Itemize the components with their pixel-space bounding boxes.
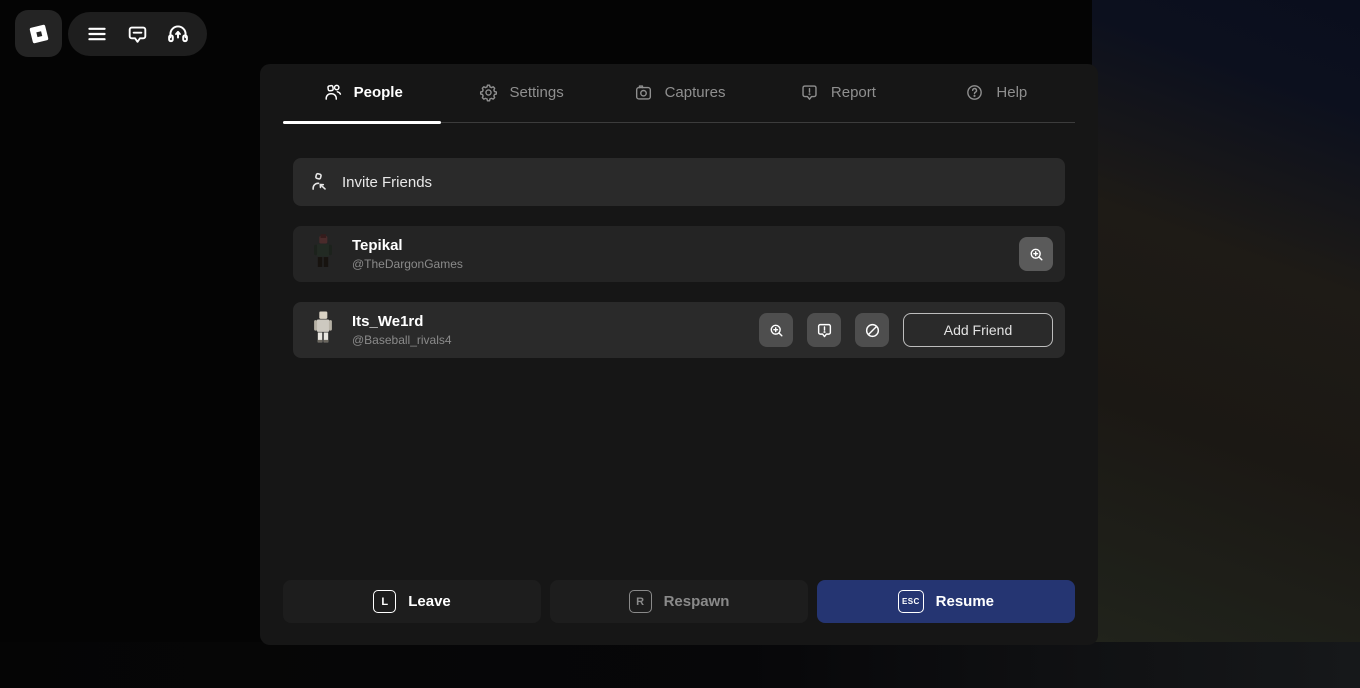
player-handle: @TheDargonGames (352, 257, 463, 271)
inspect-avatar-button[interactable] (1019, 237, 1053, 271)
topbar-quick-menu (68, 12, 207, 56)
tab-report[interactable]: Report (758, 82, 916, 103)
player-handle: @Baseball_rivals4 (352, 333, 452, 347)
camera-icon (633, 82, 654, 103)
roblox-logo-icon (25, 20, 53, 48)
player-actions: Add Friend (759, 313, 1053, 347)
resume-label: Resume (936, 593, 994, 610)
keycap-L: L (373, 590, 396, 613)
menu-tab-bar: People Settings (260, 64, 1098, 121)
respawn-button[interactable]: R Respawn (550, 580, 808, 623)
roblox-logo-button[interactable] (15, 10, 62, 57)
help-icon (964, 82, 985, 103)
tab-settings-label: Settings (510, 84, 564, 101)
block-player-button[interactable] (855, 313, 889, 347)
leave-button[interactable]: L Leave (283, 580, 541, 623)
escape-menu-panel: People Settings (260, 64, 1098, 645)
dimmed-game-background-bottom (0, 642, 1360, 688)
chat-button[interactable] (120, 16, 156, 52)
keycap-esc: ESC (898, 590, 924, 613)
resume-button[interactable]: ESC Resume (817, 580, 1075, 623)
player-meta: Tepikal @TheDargonGames (352, 237, 463, 271)
player-name: Its_We1rd (352, 313, 452, 330)
tab-help[interactable]: Help (917, 82, 1075, 103)
block-icon (863, 321, 882, 340)
tab-captures[interactable]: Captures (600, 82, 758, 103)
add-friend-button[interactable]: Add Friend (903, 313, 1053, 347)
player-actions (1019, 237, 1053, 271)
report-icon (815, 321, 834, 340)
avatar-tepikal (306, 231, 340, 277)
inspect-avatar-button[interactable] (759, 313, 793, 347)
tab-people-label: People (354, 84, 403, 101)
invite-friends-button[interactable]: Invite Friends (293, 158, 1065, 206)
menu-footer: L Leave R Respawn ESC Resume (260, 580, 1098, 645)
people-icon (322, 82, 343, 103)
tab-settings[interactable]: Settings (441, 82, 599, 103)
tab-report-label: Report (831, 84, 876, 101)
leave-label: Leave (408, 593, 451, 610)
report-player-button[interactable] (807, 313, 841, 347)
headphones-icon (165, 21, 191, 47)
game-screen: People Settings (0, 0, 1360, 688)
invite-friends-label: Invite Friends (342, 174, 432, 191)
tab-active-underline (283, 121, 1075, 124)
tab-help-label: Help (996, 84, 1027, 101)
tab-captures-label: Captures (665, 84, 726, 101)
invite-friend-icon (308, 171, 330, 193)
tab-people[interactable]: People (283, 82, 441, 103)
voice-chat-button[interactable] (160, 16, 196, 52)
keycap-R: R (629, 590, 652, 613)
gear-icon (478, 82, 499, 103)
player-row-its-we1rd[interactable]: Its_We1rd @Baseball_rivals4 (293, 302, 1065, 358)
chat-bubble-icon (125, 22, 150, 47)
player-meta: Its_We1rd @Baseball_rivals4 (352, 313, 452, 347)
player-row-tepikal[interactable]: Tepikal @TheDargonGames (293, 226, 1065, 282)
menu-button[interactable] (79, 16, 115, 52)
avatar-its-we1rd (306, 307, 340, 353)
dimmed-game-background (1092, 0, 1360, 688)
respawn-label: Respawn (664, 593, 730, 610)
player-name: Tepikal (352, 237, 463, 254)
hamburger-icon (84, 21, 110, 47)
report-icon (799, 82, 820, 103)
people-tab-content: Invite Friends Tepikal (260, 124, 1098, 358)
zoom-in-icon (1027, 245, 1046, 264)
zoom-in-icon (767, 321, 786, 340)
